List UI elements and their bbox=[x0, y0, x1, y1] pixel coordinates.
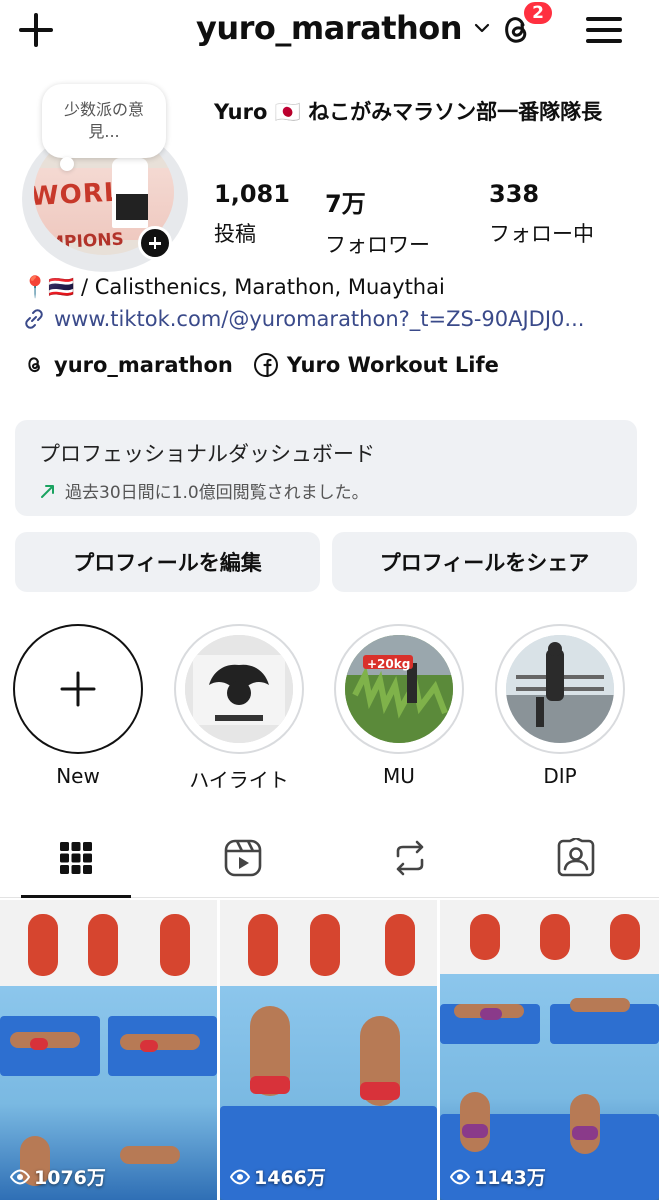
highlight-ring: +20kg bbox=[334, 624, 464, 754]
post-thumbnail[interactable]: 1076万 bbox=[0, 900, 217, 1200]
reels-icon bbox=[224, 839, 262, 877]
notification-badge: 2 bbox=[522, 0, 554, 26]
add-story-icon[interactable] bbox=[138, 226, 172, 260]
bio-text: 📍🇹🇭 / Calisthenics, Marathon, Muaythai bbox=[22, 275, 445, 299]
view-count: 1466万 bbox=[230, 1163, 326, 1190]
dashboard-subtitle: 過去30日間に1.0億回閲覧されました。 bbox=[65, 483, 369, 503]
account-switcher[interactable]: yuro_marathon bbox=[196, 6, 490, 50]
threads-handle: yuro_marathon bbox=[54, 353, 233, 377]
highlight-label: MU bbox=[383, 764, 415, 788]
username-title: yuro_marathon bbox=[196, 9, 463, 47]
posts-grid: 1076万 1466万 1143万 bbox=[0, 900, 659, 1200]
new-highlight-circle bbox=[13, 624, 143, 754]
grid-icon bbox=[60, 842, 92, 874]
bio-link[interactable]: www.tiktok.com/@yuromarathon?_t=ZS-90AJD… bbox=[22, 307, 642, 331]
highlight-label: DIP bbox=[543, 764, 577, 788]
reposts-icon bbox=[396, 840, 424, 876]
highlight-new[interactable]: New bbox=[13, 624, 143, 788]
stat-label: フォロー中 bbox=[489, 222, 594, 246]
stat-value: 338 bbox=[489, 180, 540, 208]
active-tab-indicator bbox=[21, 895, 131, 898]
eye-icon bbox=[230, 1168, 250, 1185]
stat-value: 7万 bbox=[325, 190, 366, 218]
share-profile-button[interactable]: プロフィールをシェア bbox=[332, 532, 637, 592]
highlight-ring bbox=[495, 624, 625, 754]
view-count-text: 1076万 bbox=[34, 1167, 106, 1189]
edit-profile-button[interactable]: プロフィールを編集 bbox=[15, 532, 320, 592]
top-bar: yuro_marathon 2 bbox=[0, 0, 659, 62]
stat-following[interactable]: 338 フォロー中 bbox=[489, 180, 594, 248]
facebook-link[interactable]: Yuro Workout Life bbox=[253, 352, 499, 378]
stat-posts[interactable]: 1,081 投稿 bbox=[214, 180, 290, 248]
dashboard-subtitle-row: 過去30日間に1.0億回閲覧されました。 bbox=[39, 478, 613, 503]
content-tabs bbox=[0, 820, 659, 900]
facebook-icon bbox=[253, 353, 278, 378]
facebook-page-name: Yuro Workout Life bbox=[286, 353, 499, 377]
plus-icon bbox=[60, 671, 96, 707]
tab-reposts[interactable] bbox=[355, 820, 465, 896]
display-name: Yuro 🇯🇵 ねこがみマラソン部一番隊隊長 bbox=[214, 100, 603, 124]
threads-link[interactable]: yuro_marathon bbox=[22, 353, 233, 377]
stat-label: フォロワー bbox=[325, 233, 430, 257]
highlight-item[interactable]: DIP bbox=[495, 624, 625, 788]
create-plus-icon[interactable] bbox=[14, 8, 58, 52]
highlight-cover: +20kg bbox=[345, 635, 453, 743]
stat-followers[interactable]: 7万 フォロワー bbox=[325, 184, 430, 259]
view-count: 1143万 bbox=[450, 1163, 546, 1190]
stat-value: 1,081 bbox=[214, 180, 290, 208]
eye-icon bbox=[10, 1168, 30, 1185]
note-bubble[interactable]: 少数派の意見... bbox=[42, 84, 166, 158]
tab-reels[interactable] bbox=[188, 820, 298, 896]
post-thumbnail[interactable]: 1466万 bbox=[220, 900, 437, 1200]
bio-link-text: www.tiktok.com/@yuromarathon?_t=ZS-90AJD… bbox=[54, 307, 585, 331]
note-bubble-tail bbox=[60, 157, 74, 171]
highlight-cover bbox=[185, 635, 293, 743]
highlight-item[interactable]: +20kg MU bbox=[334, 624, 464, 788]
tab-posts-grid[interactable] bbox=[21, 820, 131, 896]
highlight-cover bbox=[506, 635, 614, 743]
social-links: yuro_marathon Yuro Workout Life bbox=[22, 352, 519, 378]
stat-label: 投稿 bbox=[214, 222, 256, 246]
menu-icon[interactable] bbox=[582, 8, 626, 52]
view-count: 1076万 bbox=[10, 1163, 106, 1190]
eye-icon bbox=[450, 1168, 470, 1185]
highlight-label: New bbox=[56, 764, 100, 788]
trend-up-icon bbox=[41, 484, 54, 498]
link-icon bbox=[25, 309, 43, 329]
tagged-icon bbox=[557, 838, 595, 877]
dashboard-title: プロフェッショナルダッシュボード bbox=[39, 442, 375, 466]
highlight-label: ハイライト bbox=[189, 768, 289, 792]
tab-tagged[interactable] bbox=[521, 820, 631, 896]
view-count-text: 1143万 bbox=[474, 1167, 546, 1189]
post-thumbnail[interactable]: 1143万 bbox=[440, 900, 659, 1200]
chevron-down-icon bbox=[474, 23, 490, 33]
highlight-tag: +20kg bbox=[367, 657, 411, 671]
view-count-text: 1466万 bbox=[254, 1167, 326, 1189]
highlight-item[interactable]: ハイライト bbox=[174, 624, 304, 793]
threads-icon bbox=[28, 357, 40, 373]
highlight-ring bbox=[174, 624, 304, 754]
note-text: 少数派の意見... bbox=[63, 99, 144, 141]
professional-dashboard[interactable]: プロフェッショナルダッシュボード 過去30日間に1.0億回閲覧されました。 bbox=[15, 420, 637, 516]
